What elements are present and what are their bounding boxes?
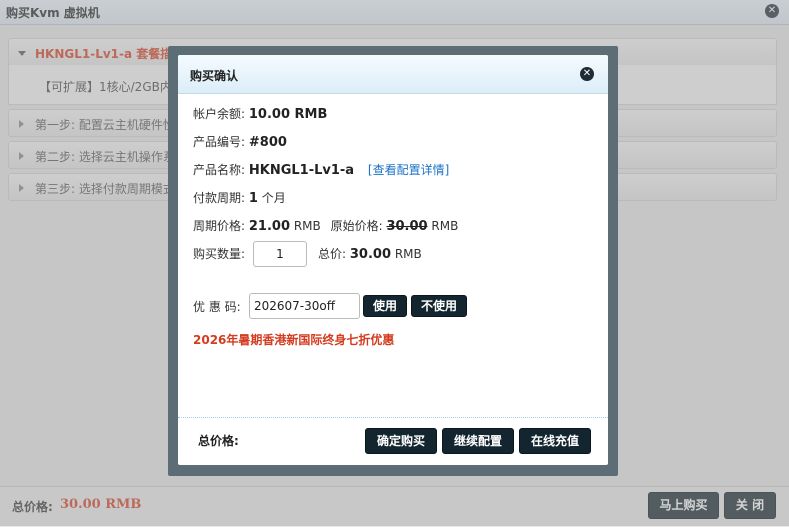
cycle-label: 付款周期: [193, 191, 246, 205]
cycle-value: 1 [248, 191, 258, 206]
promo-text: 2026年暑期香港新国际终身七折优惠 [193, 333, 395, 347]
balance-value: 10.00 RMB [248, 107, 328, 122]
sum-row: 总价: 30.00 RMB [318, 245, 422, 262]
original-price-value: 30.00 [386, 219, 428, 234]
balance-label: 帐户余额: [193, 107, 246, 121]
sum-label: 总价: [318, 247, 347, 261]
coupon-label: 优 惠 码: [193, 300, 241, 314]
purchase-confirm-dialog: 购买确认 ✕ 帐户余额: 10.00 RMB 产品编号: #800 产品名称: … [178, 55, 608, 465]
product-no-label: 产品编号: [193, 135, 246, 149]
use-coupon-button[interactable]: 使用 [363, 295, 407, 317]
confirm-purchase-button[interactable]: 确定购买 [365, 428, 437, 454]
cycle-row: 付款周期: 1 个月 [193, 189, 286, 206]
quantity-input[interactable] [253, 241, 307, 267]
coupon-input[interactable] [249, 293, 360, 319]
qty-label: 购买数量: [193, 247, 246, 261]
product-no-value: #800 [248, 135, 287, 150]
product-name-label: 产品名称: [193, 163, 246, 177]
product-name-row: 产品名称: HKNGL1-Lv1-a [查看配置详情] [193, 161, 449, 178]
footer-total-label: 总价格: [198, 434, 239, 448]
period-price-label: 周期价格: [193, 219, 246, 233]
dialog-header: 购买确认 ✕ [178, 55, 608, 94]
online-recharge-button[interactable]: 在线充值 [519, 428, 591, 454]
product-name-value: HKNGL1-Lv1-a [248, 163, 355, 178]
close-icon[interactable]: ✕ [580, 67, 594, 81]
divider [178, 417, 608, 418]
no-coupon-button[interactable]: 不使用 [411, 295, 467, 317]
cycle-unit: 个月 [261, 191, 286, 205]
balance-row: 帐户余额: 10.00 RMB [193, 105, 327, 122]
continue-config-button[interactable]: 继续配置 [442, 428, 514, 454]
period-price-value: 21.00 [248, 219, 290, 234]
dialog-title: 购买确认 [190, 69, 239, 83]
qty-label-row: 购买数量: [193, 245, 245, 262]
sum-value: 30.00 [349, 247, 391, 262]
price-row: 周期价格: 21.00 RMB 原始价格: 30.00 RMB [193, 217, 458, 234]
product-no-row: 产品编号: #800 [193, 133, 287, 150]
currency: RMB [293, 219, 321, 233]
view-config-link[interactable]: [查看配置详情] [368, 163, 449, 177]
coupon-label-row: 优 惠 码: [193, 298, 241, 315]
currency: RMB [431, 219, 459, 233]
currency: RMB [394, 247, 422, 261]
original-price-label: 原始价格: [330, 219, 383, 233]
